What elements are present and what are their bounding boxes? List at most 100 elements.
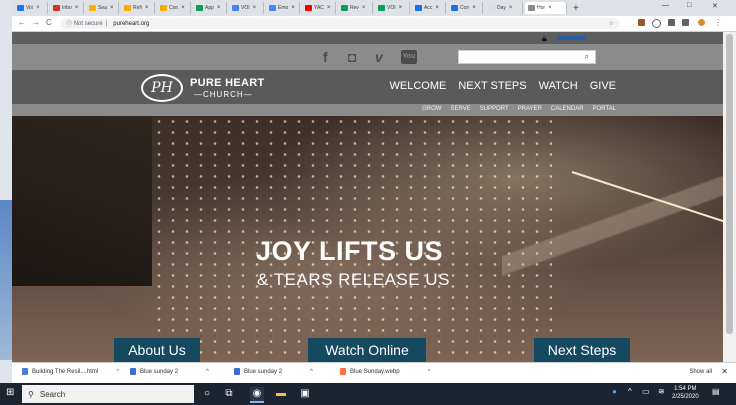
tab-close-icon[interactable]: × bbox=[435, 5, 439, 11]
browser-tab[interactable]: Emo × bbox=[266, 2, 300, 14]
omnibox[interactable]: ⓘ Not secure | pureheart.org ☆ bbox=[60, 18, 620, 29]
close-downloads-button[interactable]: ✕ bbox=[721, 367, 728, 376]
browser-tab[interactable]: Inbo × bbox=[50, 2, 84, 14]
tab-close-icon[interactable]: × bbox=[145, 5, 149, 11]
cast-icon[interactable] bbox=[668, 19, 675, 26]
chevron-up-icon[interactable]: ^ bbox=[628, 387, 632, 396]
chevron-up-icon[interactable]: ^ bbox=[116, 369, 119, 375]
task-view-icon[interactable]: ⧉ bbox=[222, 387, 236, 401]
tab-close-icon[interactable]: × bbox=[399, 5, 403, 11]
tab-close-icon[interactable]: × bbox=[362, 5, 366, 11]
subnav-portal[interactable]: PORTAL bbox=[593, 106, 616, 112]
download-item[interactable]: Blue Sunday.webp ^ bbox=[340, 368, 430, 375]
show-all-button[interactable]: Show all bbox=[689, 369, 712, 375]
browser-tab[interactable]: Con × bbox=[157, 2, 191, 14]
logo-name[interactable]: PURE HEART bbox=[190, 77, 265, 89]
close-window-button[interactable]: ✕ bbox=[712, 2, 718, 10]
subnav-calendar[interactable]: CALENDAR bbox=[551, 106, 584, 112]
browser-tab[interactable]: Sea × bbox=[86, 2, 119, 14]
new-tab-button[interactable]: + bbox=[573, 3, 579, 14]
bookmark-star-icon[interactable]: ☆ bbox=[609, 20, 614, 27]
site-search-input[interactable]: ⌕ bbox=[458, 50, 596, 64]
tab-label: Day bbox=[497, 5, 506, 11]
download-item[interactable]: Blue sunday 2 ^ bbox=[130, 368, 209, 375]
chevron-up-icon[interactable]: ^ bbox=[428, 369, 431, 375]
photos-icon[interactable]: ▣ bbox=[298, 387, 312, 401]
browser-tab[interactable]: Con × bbox=[448, 2, 483, 14]
chevron-up-icon[interactable]: ^ bbox=[206, 369, 209, 375]
about-us-button[interactable]: About Us bbox=[114, 338, 200, 362]
nav-welcome[interactable]: WELCOME bbox=[389, 80, 446, 92]
forward-button[interactable]: → bbox=[32, 18, 40, 27]
reading-list-icon[interactable] bbox=[682, 19, 689, 26]
battery-icon[interactable]: ▭ bbox=[642, 387, 650, 396]
page-scrollbar[interactable] bbox=[723, 32, 736, 362]
extension-icon[interactable] bbox=[652, 19, 661, 28]
nav-next-steps[interactable]: NEXT STEPS bbox=[458, 80, 526, 92]
subnav-support[interactable]: SUPPORT bbox=[480, 106, 509, 112]
info-icon[interactable]: ⓘ bbox=[66, 19, 72, 28]
system-clock[interactable]: 1:54 PM 2/25/2020 bbox=[672, 385, 699, 401]
browser-tab[interactable]: Hor × bbox=[525, 2, 567, 14]
tab-close-icon[interactable]: × bbox=[36, 5, 40, 11]
tab-close-icon[interactable]: × bbox=[217, 5, 221, 11]
tab-close-icon[interactable]: × bbox=[253, 5, 257, 11]
tab-label: Inbo bbox=[62, 5, 72, 11]
tab-close-icon[interactable]: × bbox=[291, 5, 295, 11]
next-steps-button[interactable]: Next Steps bbox=[534, 338, 630, 362]
instagram-icon[interactable]: ◘ bbox=[348, 49, 356, 65]
vimeo-icon[interactable]: v bbox=[375, 49, 383, 65]
facebook-icon[interactable]: f bbox=[323, 49, 328, 65]
taskbar-search-input[interactable]: ⚲ Search bbox=[22, 385, 194, 403]
browser-tab[interactable]: Refi × bbox=[121, 2, 155, 14]
reload-button[interactable]: C bbox=[46, 18, 52, 27]
logo-mark[interactable]: PH bbox=[141, 74, 183, 102]
browser-tab[interactable]: Day × bbox=[485, 2, 523, 14]
tab-close-icon[interactable]: × bbox=[75, 5, 79, 11]
tab-close-icon[interactable]: × bbox=[509, 5, 513, 11]
app-tray-icon[interactable]: ● bbox=[612, 387, 617, 396]
youtube-icon[interactable]: You bbox=[401, 50, 417, 64]
lock-icon[interactable]: 🔒︎ bbox=[542, 33, 547, 44]
tab-close-icon[interactable]: × bbox=[472, 5, 476, 11]
browser-tab[interactable]: Rev × bbox=[338, 2, 373, 14]
notifications-icon[interactable]: ▤ bbox=[712, 387, 720, 396]
browser-tab[interactable]: VOI × bbox=[375, 2, 410, 14]
scrollbar-thumb[interactable] bbox=[726, 34, 733, 334]
sub-nav: GROW SERVE SUPPORT PRAYER CALENDAR PORTA… bbox=[12, 104, 736, 116]
tab-close-icon[interactable]: × bbox=[548, 5, 552, 11]
tab-close-icon[interactable]: × bbox=[110, 5, 114, 11]
browser-tab[interactable]: App × bbox=[193, 2, 227, 14]
windows-start-icon[interactable]: ⊞ bbox=[6, 388, 16, 398]
download-item[interactable]: Blue sunday 2 ^ bbox=[234, 368, 313, 375]
search-icon: ⚲ bbox=[28, 389, 34, 399]
browser-tab[interactable]: Voi × bbox=[14, 2, 48, 14]
file-explorer-icon[interactable]: ▬ bbox=[274, 387, 288, 401]
subnav-grow[interactable]: GROW bbox=[422, 106, 441, 112]
search-icon[interactable]: ⌕ bbox=[585, 52, 589, 62]
chrome-icon[interactable]: ◉ bbox=[250, 387, 264, 403]
extension-icon[interactable] bbox=[638, 19, 645, 26]
browser-tab[interactable]: YAC × bbox=[302, 2, 336, 14]
nav-watch[interactable]: WATCH bbox=[539, 80, 578, 92]
menu-icon[interactable]: ⋮ bbox=[714, 18, 722, 27]
cortana-icon[interactable]: ○ bbox=[200, 387, 214, 401]
watch-online-button[interactable]: Watch Online bbox=[308, 338, 426, 362]
browser-tab[interactable]: VOI × bbox=[229, 2, 264, 14]
tab-close-icon[interactable]: × bbox=[327, 5, 331, 11]
download-item[interactable]: Building The Resil....html ^ bbox=[22, 368, 119, 375]
minimize-button[interactable]: — bbox=[662, 2, 669, 9]
network-icon[interactable]: ≋ bbox=[658, 387, 665, 396]
security-label: Not secure bbox=[73, 20, 103, 27]
profile-avatar[interactable] bbox=[698, 19, 705, 26]
chevron-up-icon[interactable]: ^ bbox=[310, 369, 313, 375]
back-button[interactable]: ← bbox=[18, 18, 26, 27]
login-link[interactable] bbox=[557, 36, 585, 40]
subnav-serve[interactable]: SERVE bbox=[450, 106, 470, 112]
address-bar-row: ← → C ⓘ Not secure | pureheart.org ☆ ⋮ bbox=[12, 16, 736, 32]
browser-tab[interactable]: Acc × bbox=[412, 2, 446, 14]
tab-close-icon[interactable]: × bbox=[181, 5, 185, 11]
subnav-prayer[interactable]: PRAYER bbox=[518, 106, 542, 112]
nav-give[interactable]: GIVE bbox=[590, 80, 616, 92]
maximize-button[interactable]: □ bbox=[687, 2, 691, 9]
